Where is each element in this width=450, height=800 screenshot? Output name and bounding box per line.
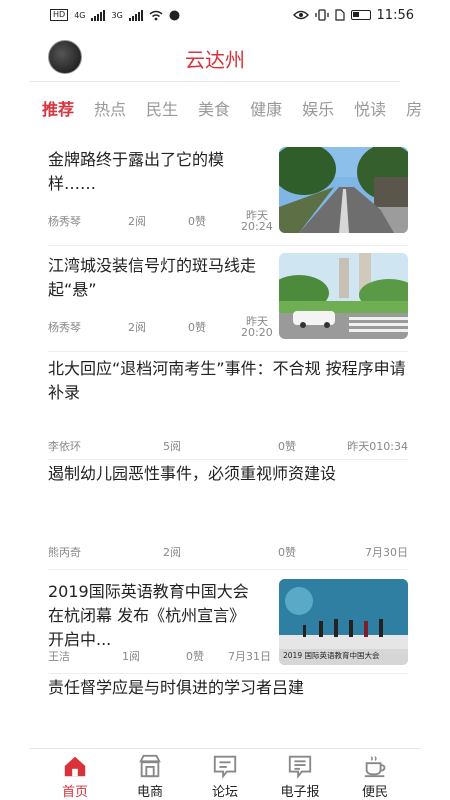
nav-forum-label: 论坛: [211, 785, 238, 800]
list-item[interactable]: 责任督学应是与时俱进的学习者吕建: [48, 674, 408, 734]
tab-livelihood[interactable]: 民生: [146, 92, 178, 128]
list-item[interactable]: 金牌路终于露出了它的模样…… 杨秀琴 2阅 0赞 昨天 20:24: [48, 140, 408, 246]
conference-banner-text: 2019 国际英语教育中国大会: [283, 651, 380, 660]
article-time: 7月30日: [365, 546, 408, 559]
signal-icon-2: [128, 9, 143, 21]
article-time: 昨天010:34: [347, 440, 408, 453]
article-thumbnail[interactable]: [279, 253, 408, 339]
tab-food[interactable]: 美食: [198, 92, 230, 128]
home-icon: [64, 756, 86, 777]
article-reads: 2阅: [128, 321, 146, 334]
article-title: 江湾城没装信号灯的斑马线走起“悬”: [48, 256, 257, 299]
shop-icon: [139, 754, 161, 778]
article-likes: 0赞: [188, 215, 206, 228]
app-header: 云达州: [30, 30, 400, 82]
article-feed: 金牌路终于露出了它的模样…… 杨秀琴 2阅 0赞 昨天 20:24 江湾城没装信…: [48, 140, 408, 734]
hd-indicator: HD: [50, 9, 69, 21]
tab-housing[interactable]: 房: [406, 92, 422, 128]
street-photo-image: [279, 147, 408, 233]
article-title: 金牌路终于露出了它的模样……: [48, 150, 225, 193]
list-item[interactable]: 2019国际英语教育中国大会在杭闭幕 发布《杭州宣言》 开启中... 王洁 1阅…: [48, 570, 408, 674]
article-author: 熊丙奇: [48, 546, 81, 559]
network-4g-label: 4G: [74, 10, 86, 20]
tab-reading[interactable]: 悦读: [354, 92, 386, 128]
article-author: 李依环: [48, 440, 81, 453]
article-thumbnail[interactable]: [279, 147, 408, 233]
tab-entertainment[interactable]: 娱乐: [302, 92, 334, 128]
article-title: 遏制幼儿园恶性事件，必须重视师资建设: [48, 464, 337, 483]
bottom-nav: 首页 电商 论坛 电子报 便民: [30, 748, 420, 800]
tab-recommend[interactable]: 推荐: [42, 92, 74, 128]
nav-convenience-label: 便民: [361, 785, 388, 800]
forum-icon: [213, 755, 237, 779]
newspaper-icon: [288, 755, 312, 779]
status-bar: HD 4G 3G 11:56: [0, 0, 450, 30]
nav-shop-label: 电商: [136, 785, 163, 800]
no-sim-icon: [334, 9, 345, 21]
article-likes: 0赞: [278, 546, 296, 559]
tab-hot[interactable]: 热点: [94, 92, 126, 128]
article-author: 杨秀琴: [48, 321, 81, 334]
clock-time: 11:56: [376, 7, 414, 23]
article-thumbnail[interactable]: 2019 国际英语教育中国大会: [279, 579, 408, 665]
network-3g-label: 3G: [111, 10, 123, 20]
article-reads: 2阅: [163, 546, 181, 559]
category-tabs: 推荐 热点 民生 美食 健康 娱乐 悦读房: [42, 92, 450, 128]
nav-home[interactable]: 首页: [38, 749, 112, 800]
eye-icon: [292, 10, 309, 20]
article-title: 北大回应“退档河南考生”事件：不合规 按程序申请补录: [48, 359, 406, 402]
notification-icon: [169, 10, 180, 20]
list-item[interactable]: 北大回应“退档河南考生”事件：不合规 按程序申请补录 李依环 5阅 0赞 昨天0…: [48, 352, 408, 460]
article-likes: 0赞: [188, 321, 206, 334]
nav-newspaper-label: 电子报: [280, 785, 320, 800]
article-author: 杨秀琴: [48, 215, 81, 228]
article-time: 7月31日: [228, 650, 271, 663]
list-item[interactable]: 遏制幼儿园恶性事件，必须重视师资建设 熊丙奇 2阅 0赞 7月30日: [48, 460, 408, 570]
article-time-clock: 20:20: [241, 326, 273, 339]
article-reads: 5阅: [163, 440, 181, 453]
article-author: 王洁: [48, 650, 70, 663]
battery-icon: [350, 10, 371, 20]
article-reads: 2阅: [128, 215, 146, 228]
nav-home-label: 首页: [61, 785, 88, 800]
article-likes: 0赞: [278, 440, 296, 453]
nav-forum[interactable]: 论坛: [188, 749, 262, 800]
crosswalk-photo-image: [279, 253, 408, 339]
article-title: 2019国际英语教育中国大会在杭闭幕 发布《杭州宣言》 开启中...: [48, 582, 249, 649]
nav-shop[interactable]: 电商: [113, 749, 187, 800]
list-item[interactable]: 江湾城没装信号灯的斑马线走起“悬” 杨秀琴 2阅 0赞 昨天 20:20: [48, 246, 408, 352]
signal-icon: [91, 9, 106, 21]
article-time-clock: 20:24: [241, 220, 273, 233]
nav-newspaper[interactable]: 电子报: [263, 749, 337, 800]
coffee-icon: [364, 756, 386, 778]
page-title: 云达州: [185, 48, 245, 72]
vibrate-icon: [314, 9, 329, 21]
tab-health[interactable]: 健康: [250, 92, 282, 128]
article-title: 责任督学应是与时俱进的学习者吕建: [48, 678, 305, 697]
article-likes: 0赞: [186, 650, 204, 663]
nav-convenience[interactable]: 便民: [338, 749, 412, 800]
wifi-icon: [149, 10, 163, 20]
article-reads: 1阅: [122, 650, 140, 663]
